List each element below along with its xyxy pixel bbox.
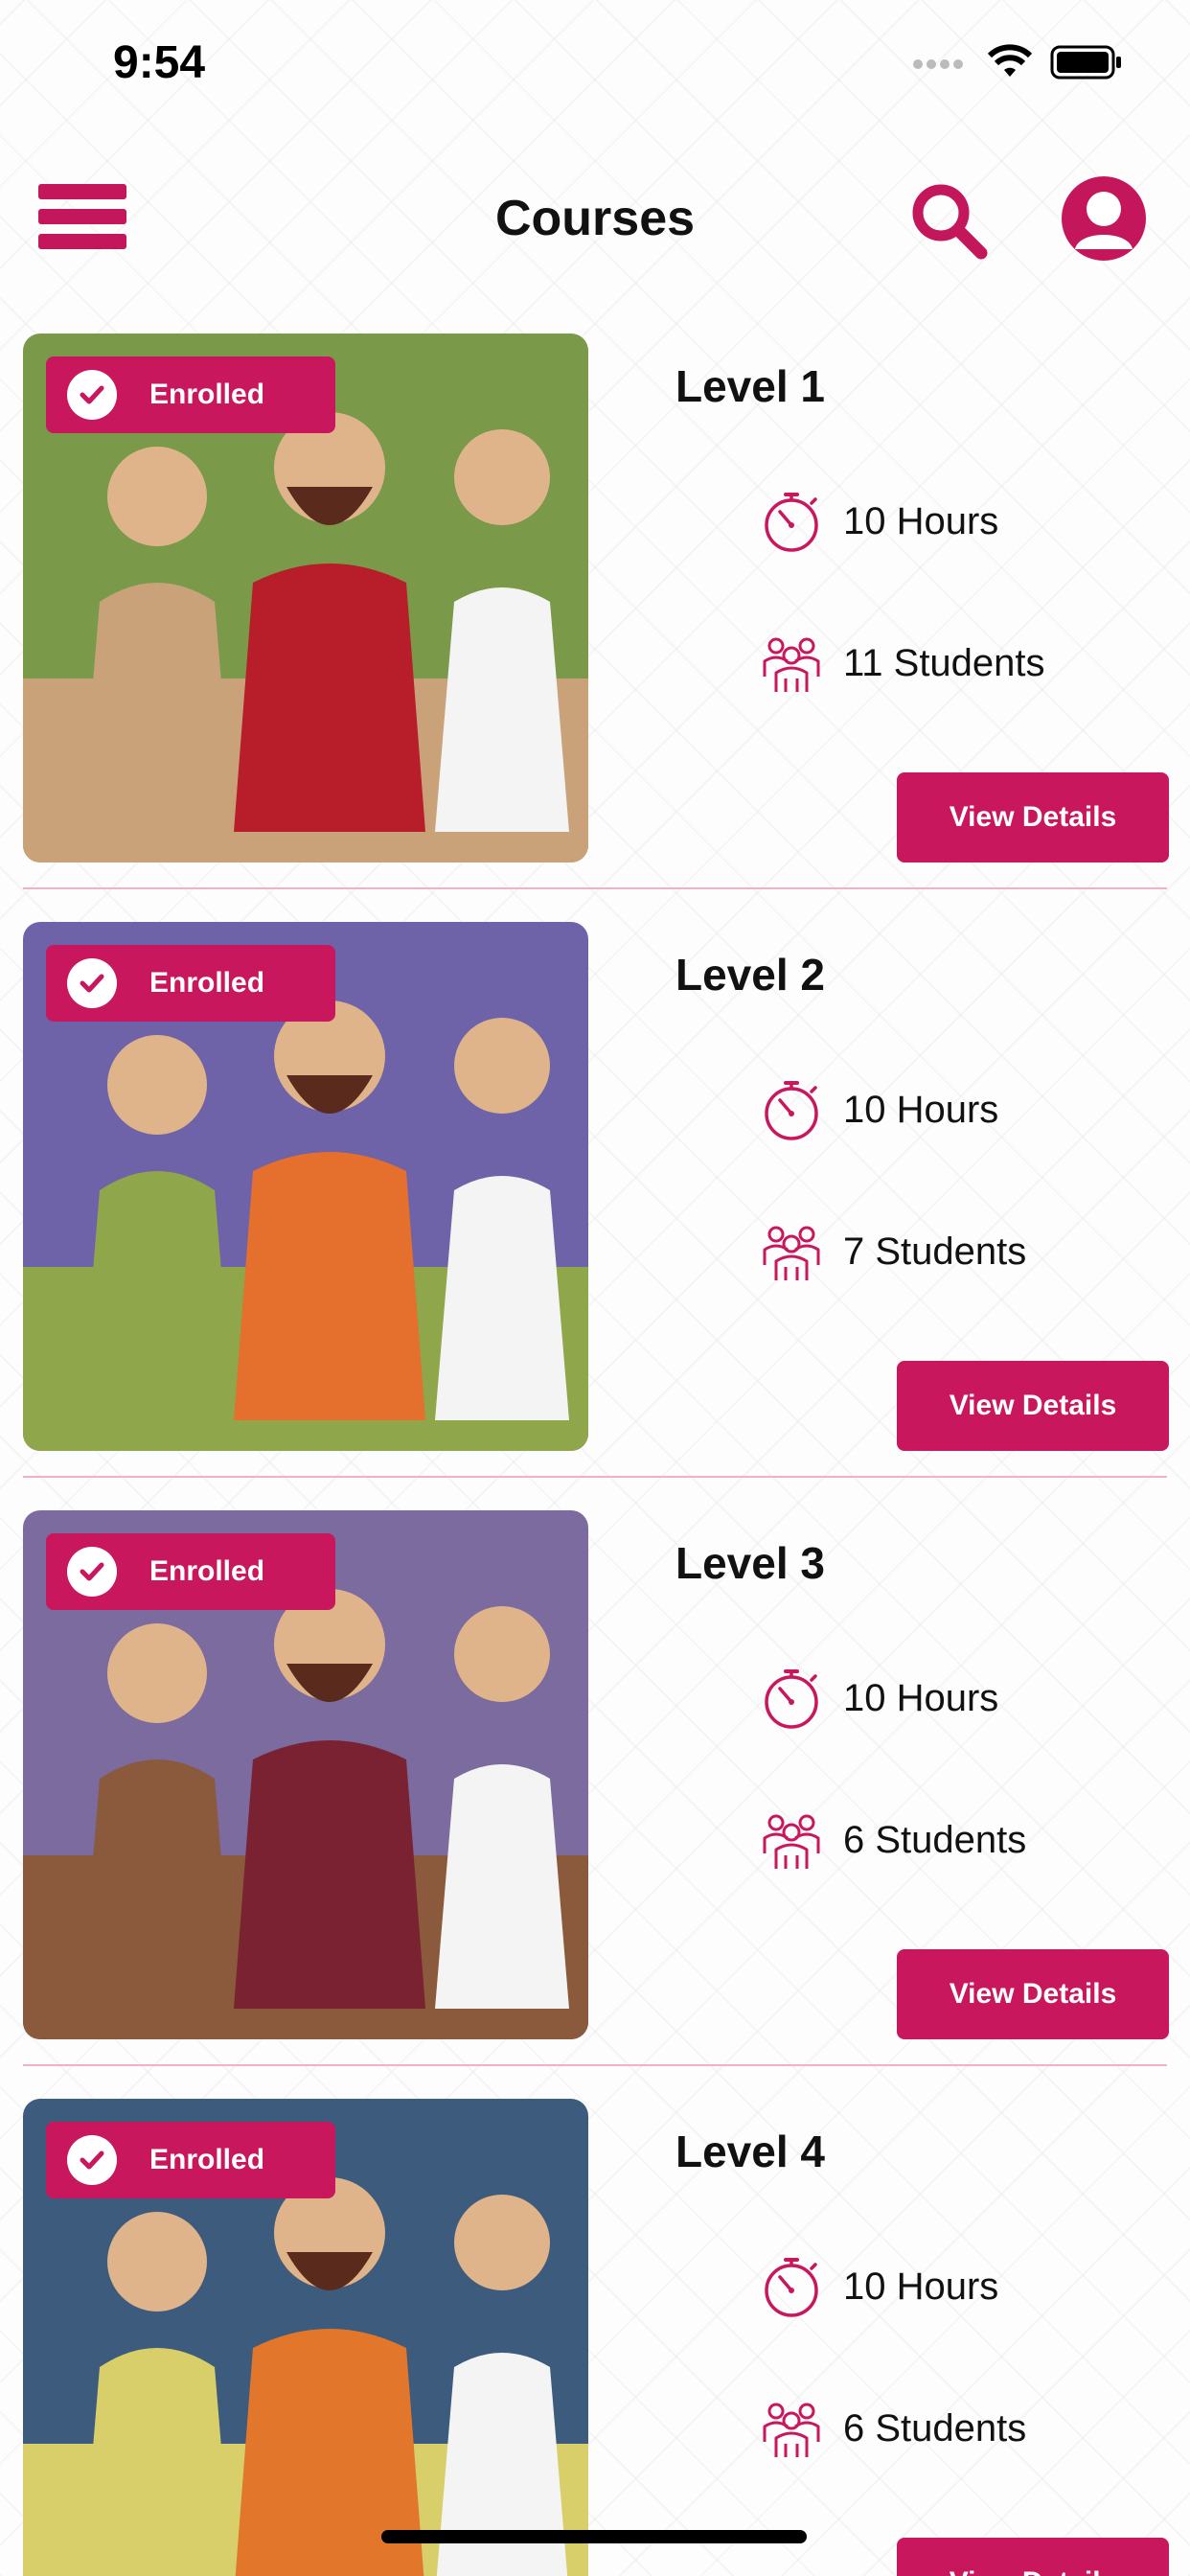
course-list: Enrolled Level 1 10 Hours 11 Students Vi… <box>0 334 1190 2576</box>
course-thumbnail[interactable]: Enrolled <box>23 334 588 862</box>
enrolled-badge: Enrolled <box>46 2122 335 2198</box>
courses-screen: 9:54 Courses Enrolled Level 1 10 Hours 1… <box>0 0 1190 2576</box>
course-students: 11 Students <box>757 629 1045 698</box>
enrolled-badge: Enrolled <box>46 1533 335 1610</box>
status-icons <box>912 44 1123 80</box>
hours-text: 10 Hours <box>843 1676 999 1719</box>
enrolled-badge: Enrolled <box>46 945 335 1022</box>
course-duration: 10 Hours <box>757 1664 998 1733</box>
course-students: 6 Students <box>757 1806 1026 1874</box>
view-details-button[interactable]: View Details <box>897 772 1169 862</box>
course-title: Level 1 <box>675 361 825 411</box>
students-icon <box>763 2403 820 2457</box>
status-bar: 9:54 <box>0 0 1190 125</box>
course-card: Enrolled Level 2 10 Hours 7 Students Vie… <box>0 922 1190 1510</box>
students-icon <box>763 1814 820 1869</box>
profile-icon <box>1062 176 1146 261</box>
course-students: 7 Students <box>757 1217 1026 1286</box>
check-icon <box>67 958 117 1008</box>
app-header: Courses <box>0 163 1190 278</box>
stopwatch-icon <box>765 1669 818 1729</box>
students-text: 11 Students <box>843 641 1045 684</box>
divider <box>23 1476 1167 1478</box>
course-thumbnail[interactable]: Enrolled <box>23 922 588 1451</box>
wifi-icon <box>987 44 1033 77</box>
battery-icon <box>1050 45 1121 80</box>
view-details-button[interactable]: View Details <box>897 1361 1169 1451</box>
search-icon <box>912 184 988 260</box>
course-duration: 10 Hours <box>757 2252 998 2321</box>
course-title: Level 3 <box>675 1538 825 1588</box>
enrolled-label: Enrolled <box>149 2144 265 2175</box>
enrolled-label: Enrolled <box>149 967 265 999</box>
enrolled-badge: Enrolled <box>46 356 335 433</box>
course-duration: 10 Hours <box>757 1075 998 1144</box>
divider <box>23 887 1167 889</box>
students-text: 6 Students <box>843 1818 1027 1861</box>
view-details-button[interactable]: View Details <box>897 2538 1169 2576</box>
hours-text: 10 Hours <box>843 1088 999 1131</box>
hours-text: 10 Hours <box>843 2265 999 2308</box>
students-text: 6 Students <box>843 2406 1027 2450</box>
check-icon <box>67 370 117 420</box>
check-icon <box>67 1547 117 1597</box>
students-icon <box>763 637 820 692</box>
enrolled-label: Enrolled <box>149 1555 265 1587</box>
course-title: Level 2 <box>675 950 825 1000</box>
course-title: Level 4 <box>675 2127 825 2176</box>
page-title: Courses <box>494 191 696 246</box>
home-indicator <box>381 2530 807 2543</box>
course-card: Enrolled Level 4 10 Hours 6 Students <box>0 2099 1190 2576</box>
view-details-button[interactable]: View Details <box>897 1949 1169 2039</box>
divider <box>23 2064 1167 2066</box>
stopwatch-icon <box>765 493 818 552</box>
course-thumbnail[interactable]: Enrolled <box>23 2099 588 2576</box>
students-icon <box>763 1226 820 1280</box>
stopwatch-icon <box>765 1081 818 1140</box>
stopwatch-icon <box>765 2258 818 2317</box>
course-students: 6 Students <box>757 2394 1026 2463</box>
course-thumbnail[interactable]: Enrolled <box>23 1510 588 2039</box>
enrolled-label: Enrolled <box>149 379 265 410</box>
hours-text: 10 Hours <box>843 499 999 542</box>
check-icon <box>67 2135 117 2185</box>
signal-icon <box>913 59 963 69</box>
course-duration: 10 Hours <box>757 487 998 556</box>
students-text: 7 Students <box>843 1230 1027 1273</box>
course-card: Enrolled Level 3 10 Hours 6 Students Vie… <box>0 1510 1190 2099</box>
status-time: 9:54 <box>113 37 206 88</box>
course-card: Enrolled Level 1 10 Hours 11 Students Vi… <box>0 334 1190 922</box>
search-button[interactable] <box>908 180 989 261</box>
profile-button[interactable] <box>1060 174 1148 263</box>
